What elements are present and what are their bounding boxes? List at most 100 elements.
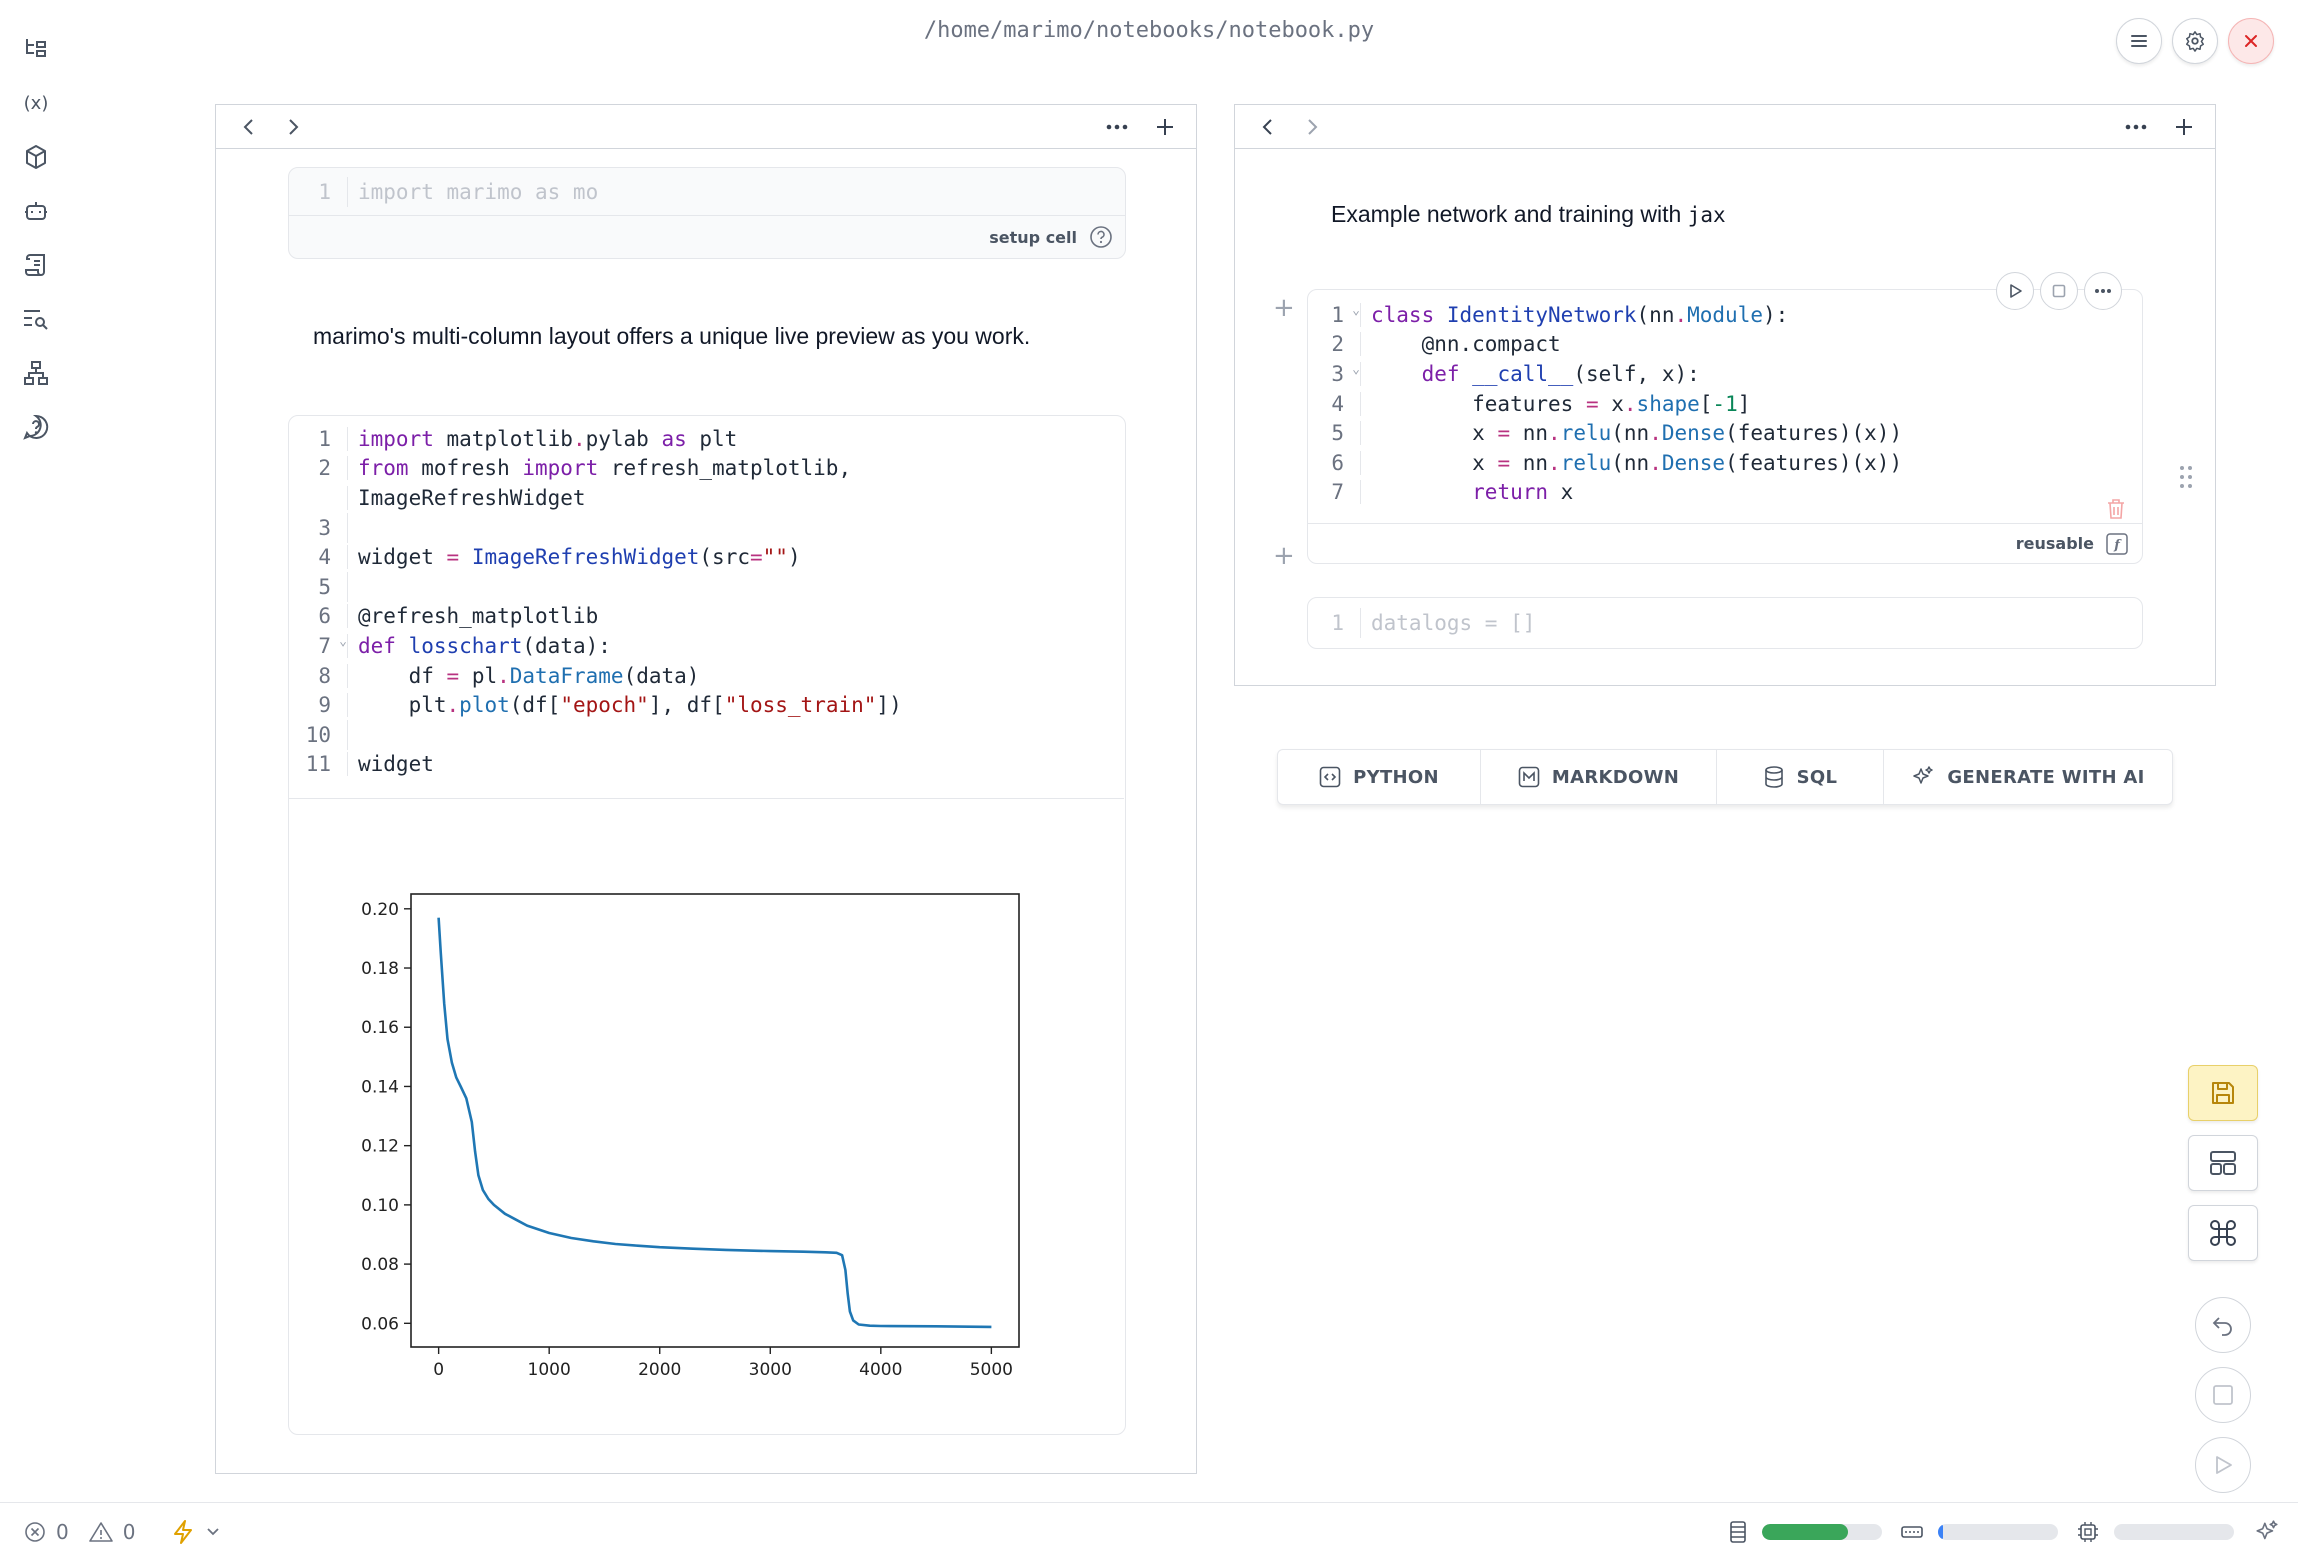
error-icon[interactable] xyxy=(24,1521,46,1543)
more-horizontal-icon xyxy=(2125,124,2147,130)
code-line[interactable]: features = x.shape[-1] xyxy=(1360,391,1750,416)
move-column-left-button[interactable] xyxy=(236,114,262,140)
code-line[interactable]: @refresh_matplotlib xyxy=(347,604,598,629)
setup-code-line[interactable]: import marimo as mo xyxy=(347,176,598,207)
code-icon xyxy=(1319,766,1341,788)
code-line[interactable]: @nn.compact xyxy=(1360,332,1561,357)
code-line[interactable]: plt.plot(df["epoch"], df["loss_train"]) xyxy=(347,693,902,718)
code-line[interactable]: def losschart(data): xyxy=(347,633,611,658)
plus-icon xyxy=(1157,119,1173,135)
line-number: 6 xyxy=(318,604,331,629)
datalogs-cell[interactable]: 1 datalogs = [] xyxy=(1307,597,2143,649)
menu-button[interactable] xyxy=(2116,18,2162,64)
add-column-button[interactable] xyxy=(2171,114,2197,140)
code-line[interactable]: def __call__(self, x): xyxy=(1360,361,1700,386)
code-line[interactable]: x = nn.relu(nn.Dense(features)(x)) xyxy=(1360,421,1902,446)
more-horizontal-icon xyxy=(1106,124,1128,130)
add-sql-cell-button[interactable]: SQL xyxy=(1717,750,1884,804)
plus-icon xyxy=(2176,119,2192,135)
fold-chevron-icon[interactable]: ⌄ xyxy=(339,634,347,649)
y-tick-label: 0.08 xyxy=(361,1255,399,1275)
kernel-memory-fill xyxy=(1938,1524,1943,1540)
database-icon xyxy=(1764,766,1783,788)
line-number: 1 xyxy=(318,179,331,204)
move-column-right-button[interactable] xyxy=(1299,114,1325,140)
ai-sparkles-icon[interactable] xyxy=(2254,1519,2280,1545)
shutdown-button[interactable] xyxy=(2228,18,2274,64)
add-cell-above-icon[interactable]: + xyxy=(1273,293,1295,323)
run-all-button[interactable] xyxy=(2195,1437,2251,1493)
line-number: 7 xyxy=(1331,480,1344,505)
line-number: 1 xyxy=(318,426,331,451)
add-cell-below-icon[interactable]: + xyxy=(1273,541,1295,571)
code-line[interactable]: df = pl.DataFrame(data) xyxy=(347,663,699,688)
add-column-button[interactable] xyxy=(1152,114,1178,140)
stop-icon xyxy=(2052,284,2066,298)
markdown-icon xyxy=(1518,766,1540,788)
code-line[interactable]: x = nn.relu(nn.Dense(features)(x)) xyxy=(1360,450,1902,475)
scroll-icon[interactable] xyxy=(18,248,54,282)
package-icon[interactable] xyxy=(18,140,54,174)
fold-chevron-icon[interactable]: ⌄ xyxy=(1352,362,1360,377)
undo-icon xyxy=(2212,1317,2232,1336)
code-line[interactable]: datalogs = [] xyxy=(1360,608,1535,638)
column-header xyxy=(216,105,1196,149)
y-tick-label: 0.10 xyxy=(361,1196,399,1216)
code-line[interactable]: widget xyxy=(347,752,434,777)
y-tick-label: 0.20 xyxy=(361,900,399,920)
move-column-left-button[interactable] xyxy=(1255,114,1281,140)
dependency-graph-icon[interactable] xyxy=(18,356,54,390)
code-line[interactable]: return x xyxy=(1360,480,1573,505)
code-line[interactable] xyxy=(347,571,358,602)
stop-cell-button[interactable] xyxy=(2040,272,2078,310)
help-icon[interactable] xyxy=(18,410,54,444)
code-line[interactable]: import matplotlib.pylab as plt xyxy=(347,426,737,451)
undo-button[interactable] xyxy=(2195,1297,2251,1353)
drag-handle-icon[interactable] xyxy=(2179,465,2193,493)
file-tree-icon[interactable] xyxy=(18,32,54,66)
code-line[interactable]: from mofresh import refresh_matplotlib, xyxy=(347,456,851,481)
line-number: 11 xyxy=(305,752,331,777)
lightning-icon[interactable] xyxy=(171,1519,195,1545)
y-tick-label: 0.18 xyxy=(361,959,399,979)
add-markdown-cell-button[interactable]: MARKDOWN xyxy=(1481,750,1717,804)
line-number: 7 ⌄ xyxy=(318,633,347,658)
warning-icon[interactable] xyxy=(88,1521,113,1543)
settings-button[interactable] xyxy=(2172,18,2218,64)
x-tick-label: 1000 xyxy=(528,1360,571,1380)
run-cell-button[interactable] xyxy=(1996,272,2034,310)
plot-code-cell[interactable]: 1 import matplotlib.pylab as plt 2 from mo… xyxy=(288,415,1126,1435)
code-line[interactable]: ImageRefreshWidget xyxy=(347,485,586,510)
help-circle-icon[interactable] xyxy=(1089,225,1113,249)
chevron-left-icon xyxy=(243,119,253,135)
stop-icon xyxy=(2213,1385,2233,1405)
generate-with-ai-button[interactable]: GENERATE WITH AI xyxy=(1884,750,2172,804)
interrupt-button[interactable] xyxy=(2195,1367,2251,1423)
code-line[interactable]: widget = ImageRefreshWidget(src="") xyxy=(347,545,801,570)
plot-frame xyxy=(410,893,1020,1348)
x-tick-label: 3000 xyxy=(749,1360,792,1380)
cell-options-button[interactable] xyxy=(2084,272,2122,310)
layout-button[interactable] xyxy=(2188,1135,2258,1191)
search-list-icon[interactable] xyxy=(18,302,54,336)
code-line[interactable] xyxy=(347,719,358,750)
save-button[interactable] xyxy=(2188,1065,2258,1121)
kernel-memory-icon xyxy=(1901,1526,1923,1538)
sparkles-icon xyxy=(1913,766,1934,784)
code-line[interactable]: class IdentityNetwork(nn.Module): xyxy=(1360,302,1788,327)
ai-bot-icon[interactable] xyxy=(18,194,54,228)
column-options-button[interactable] xyxy=(1104,114,1130,140)
code-line[interactable] xyxy=(347,512,358,543)
move-column-right-button[interactable] xyxy=(280,114,306,140)
command-palette-button[interactable] xyxy=(2188,1205,2258,1261)
line-number: 3 xyxy=(318,515,331,540)
fold-chevron-icon[interactable]: ⌄ xyxy=(1352,303,1360,318)
setup-cell[interactable]: 1 import marimo as mo setup cell xyxy=(288,167,1126,259)
variables-icon[interactable]: (x) xyxy=(18,86,54,120)
notebook-column-1: 1 import marimo as mo setup cell marimo'… xyxy=(215,104,1197,1474)
identity-network-cell[interactable]: 1 ⌄ class IdentityNetwork(nn.Module): 2 @n… xyxy=(1307,272,2143,564)
add-python-cell-button[interactable]: PYTHON xyxy=(1278,750,1481,804)
delete-icon[interactable] xyxy=(2106,498,2126,520)
column-options-button[interactable] xyxy=(2123,114,2149,140)
chevron-down-icon[interactable] xyxy=(205,1526,221,1538)
